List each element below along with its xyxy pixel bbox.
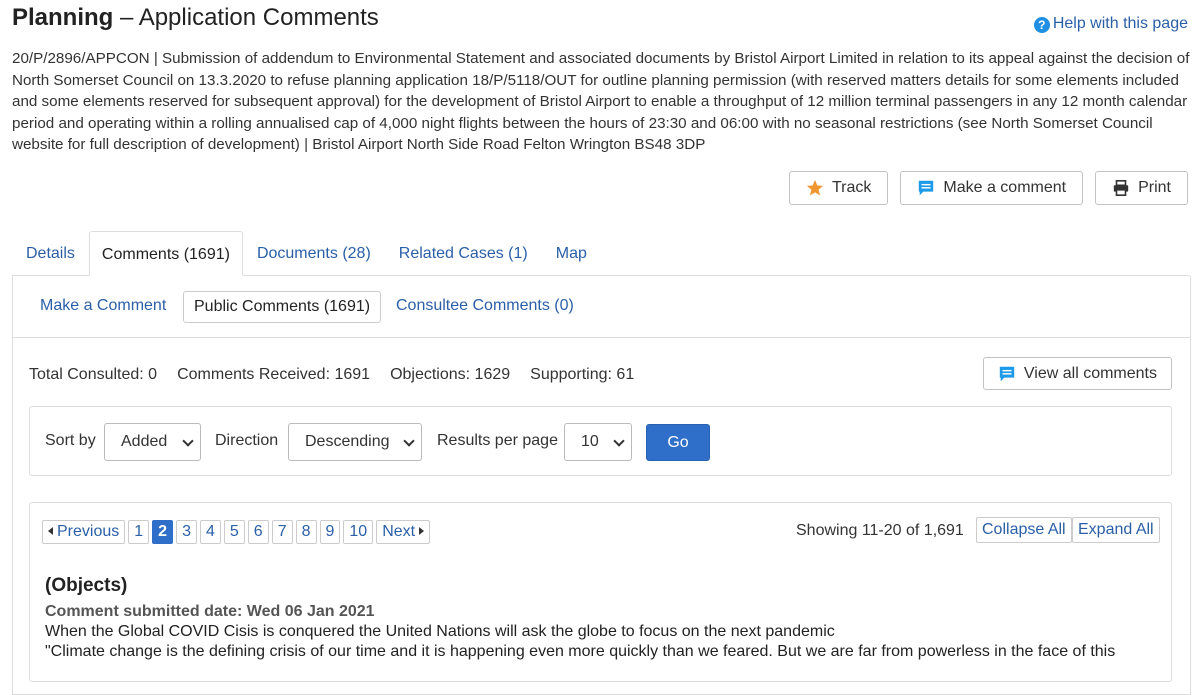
page-10[interactable]: 10	[343, 520, 374, 544]
chevron-down-icon	[182, 435, 194, 447]
sort-by-select[interactable]: Added	[104, 423, 201, 461]
chevron-left-icon	[48, 527, 53, 535]
comment-icon	[999, 366, 1015, 381]
page-7[interactable]: 7	[271, 520, 293, 544]
go-button[interactable]: Go	[646, 424, 710, 461]
tab-comments[interactable]: Comments (1691)	[88, 231, 243, 276]
page-title: Planning – Application Comments	[12, 4, 379, 31]
page-6[interactable]: 6	[247, 520, 269, 544]
page-2[interactable]: 2	[152, 520, 174, 544]
tab-map[interactable]: Map	[542, 231, 601, 276]
pagination: Previous 1 2 3 4 5 6 7 8 9 10 Next	[42, 520, 431, 544]
comment-stance: (Objects)	[45, 575, 128, 596]
previous-page-button[interactable]: Previous	[42, 520, 126, 544]
objections-count: Objections: 1629	[390, 366, 511, 383]
page-9[interactable]: 9	[319, 520, 341, 544]
page-1[interactable]: 1	[128, 520, 150, 544]
comments-results: Previous 1 2 3 4 5 6 7 8 9 10 Next Showi…	[29, 502, 1172, 682]
page-5[interactable]: 5	[223, 520, 245, 544]
chevron-down-icon	[613, 435, 625, 447]
tab-documents[interactable]: Documents (28)	[243, 231, 385, 276]
help-link[interactable]: ? Help with this page	[1033, 15, 1188, 33]
view-all-comments-button[interactable]: View all comments	[982, 357, 1172, 390]
comment-item: (Objects) Comment submitted date: Wed 06…	[45, 575, 1155, 661]
collapse-all-button[interactable]: Collapse All	[976, 517, 1072, 543]
comment-text-line: When the Global COVID Cisis is conquered…	[45, 623, 835, 640]
star-icon	[806, 179, 824, 196]
sort-by-label: Sort by	[45, 432, 96, 449]
action-buttons: Track Make a comment Print	[788, 171, 1188, 205]
page-4[interactable]: 4	[199, 520, 221, 544]
comment-icon	[919, 180, 934, 196]
application-description: 20/P/2896/APPCON | Submission of addendu…	[12, 50, 1190, 154]
supporting-count: Supporting: 61	[530, 366, 635, 383]
direction-label: Direction	[215, 432, 279, 449]
comment-subtabs: Make a Comment Public Comments (1691) Co…	[13, 276, 1190, 338]
showing-count: Showing 11-20 of 1,691	[796, 522, 964, 539]
main-tabs: Details Comments (1691) Documents (28) R…	[12, 231, 601, 276]
track-button[interactable]: Track	[788, 171, 889, 205]
expand-all-button[interactable]: Expand All	[1072, 517, 1160, 543]
tab-related-cases[interactable]: Related Cases (1)	[385, 231, 542, 276]
next-page-button[interactable]: Next	[376, 520, 431, 544]
direction-select[interactable]: Descending	[288, 423, 422, 461]
total-consulted: Total Consulted: 0	[29, 366, 158, 383]
help-icon: ?	[1033, 17, 1050, 33]
comment-stats: Total Consulted: 0 Comments Received: 16…	[29, 366, 634, 384]
page-3[interactable]: 3	[176, 520, 197, 544]
comments-received: Comments Received: 1691	[177, 366, 371, 383]
results-per-page-label: Results per page	[437, 432, 558, 449]
subtab-consultee-comments[interactable]: Consultee Comments (0)	[396, 291, 574, 323]
subtab-public-comments[interactable]: Public Comments (1691)	[183, 291, 382, 323]
results-per-page-select[interactable]: 10	[564, 423, 632, 461]
chevron-right-icon	[419, 527, 425, 535]
print-icon	[1113, 179, 1129, 197]
tab-details[interactable]: Details	[12, 231, 89, 276]
subtab-make-comment[interactable]: Make a Comment	[40, 291, 166, 323]
make-comment-button[interactable]: Make a comment	[900, 171, 1084, 205]
comment-date: Comment submitted date: Wed 06 Jan 2021	[45, 603, 375, 620]
chevron-down-icon	[403, 435, 415, 447]
page-8[interactable]: 8	[295, 520, 317, 544]
sort-controls: Sort by Added Direction Descending Resul…	[29, 406, 1172, 476]
comment-text-line: "Climate change is the defining crisis o…	[45, 643, 1116, 660]
print-button[interactable]: Print	[1095, 171, 1188, 205]
